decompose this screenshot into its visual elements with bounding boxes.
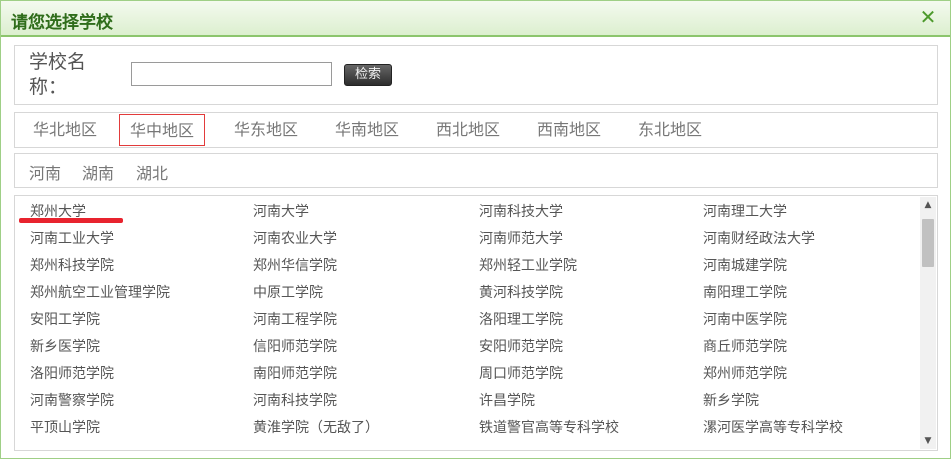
school-item[interactable]: 安阳工学院	[30, 309, 100, 329]
region-tab-huabei[interactable]: 华北地区	[26, 114, 104, 146]
region-tab-xibei[interactable]: 西北地区	[429, 114, 507, 146]
school-item[interactable]: 河南科技学院	[253, 390, 337, 410]
scroll-thumb[interactable]	[922, 219, 934, 267]
region-tab-xinan[interactable]: 西南地区	[530, 114, 608, 146]
school-item[interactable]: 中原工学院	[253, 282, 323, 302]
school-item[interactable]: 河南大学	[253, 201, 309, 221]
school-item[interactable]: 河南农业大学	[253, 228, 337, 248]
school-item[interactable]: 平顶山学院	[30, 417, 100, 437]
school-list: 郑州大学 河南大学 河南科技大学 河南理工大学 河南工业大学 河南农业大学 河南…	[14, 195, 938, 451]
search-panel: 学校名称： 检索	[14, 45, 938, 105]
dialog-title: 请您选择学校	[11, 13, 113, 33]
school-item[interactable]: 黄河科技学院	[479, 282, 563, 302]
school-name-input[interactable]	[131, 62, 332, 86]
school-item[interactable]: 河南工程学院	[253, 309, 337, 329]
school-item[interactable]: 河南师范大学	[479, 228, 563, 248]
school-item[interactable]: 许昌学院	[479, 390, 535, 410]
vertical-scrollbar[interactable]: ▲ ▼	[920, 197, 936, 449]
school-item[interactable]: 河南财经政法大学	[703, 228, 815, 248]
region-tab-huazhong[interactable]: 华中地区	[119, 114, 205, 146]
school-item[interactable]: 郑州华信学院	[253, 255, 337, 275]
search-label: 学校名称：	[29, 51, 87, 98]
school-item[interactable]: 河南科技大学	[479, 201, 563, 221]
school-select-dialog: 请您选择学校 ✕ 学校名称： 检索 华北地区 华中地区 华东地区 华南地区 西北…	[0, 0, 951, 459]
school-item[interactable]: 黄淮学院（无敌了）	[253, 417, 379, 437]
search-button[interactable]: 检索	[344, 64, 392, 86]
school-item[interactable]: 河南工业大学	[30, 228, 114, 248]
province-tabs: 河南 湖南 湖北	[14, 153, 938, 188]
school-item[interactable]: 周口师范学院	[479, 363, 563, 383]
school-item[interactable]: 郑州师范学院	[703, 363, 787, 383]
school-item[interactable]: 南阳师范学院	[253, 363, 337, 383]
school-item[interactable]: 河南警察学院	[30, 390, 114, 410]
province-hubei[interactable]: 湖北	[136, 160, 168, 184]
region-tab-huanan[interactable]: 华南地区	[328, 114, 406, 146]
close-icon[interactable]: ✕	[916, 5, 940, 29]
province-hunan[interactable]: 湖南	[82, 160, 114, 184]
province-henan[interactable]: 河南	[29, 160, 61, 184]
school-item[interactable]: 郑州大学	[30, 201, 86, 221]
school-item[interactable]: 信阳师范学院	[253, 336, 337, 356]
school-item[interactable]: 漯河医学高等专科学校	[703, 417, 843, 437]
school-item[interactable]: 郑州科技学院	[30, 255, 114, 275]
school-item[interactable]: 郑州航空工业管理学院	[30, 282, 170, 302]
school-item[interactable]: 河南城建学院	[703, 255, 787, 275]
school-item[interactable]: 商丘师范学院	[703, 336, 787, 356]
scroll-down-icon[interactable]: ▼	[920, 433, 936, 449]
school-item[interactable]: 新乡医学院	[30, 336, 100, 356]
scroll-up-icon[interactable]: ▲	[920, 197, 936, 213]
school-item[interactable]: 郑州轻工业学院	[479, 255, 577, 275]
school-item[interactable]: 安阳师范学院	[479, 336, 563, 356]
region-tab-dongbei[interactable]: 东北地区	[631, 114, 709, 146]
school-item[interactable]: 铁道警官高等专科学校	[479, 417, 619, 437]
school-item[interactable]: 洛阳师范学院	[30, 363, 114, 383]
school-item[interactable]: 新乡学院	[703, 390, 759, 410]
school-item[interactable]: 河南理工大学	[703, 201, 787, 221]
school-item[interactable]: 南阳理工学院	[703, 282, 787, 302]
dialog-titlebar: 请您选择学校 ✕	[1, 1, 950, 37]
region-tab-huadong[interactable]: 华东地区	[227, 114, 305, 146]
region-tabs: 华北地区 华中地区 华东地区 华南地区 西北地区 西南地区 东北地区	[14, 112, 938, 148]
school-item[interactable]: 河南中医学院	[703, 309, 787, 329]
school-item[interactable]: 洛阳理工学院	[479, 309, 563, 329]
